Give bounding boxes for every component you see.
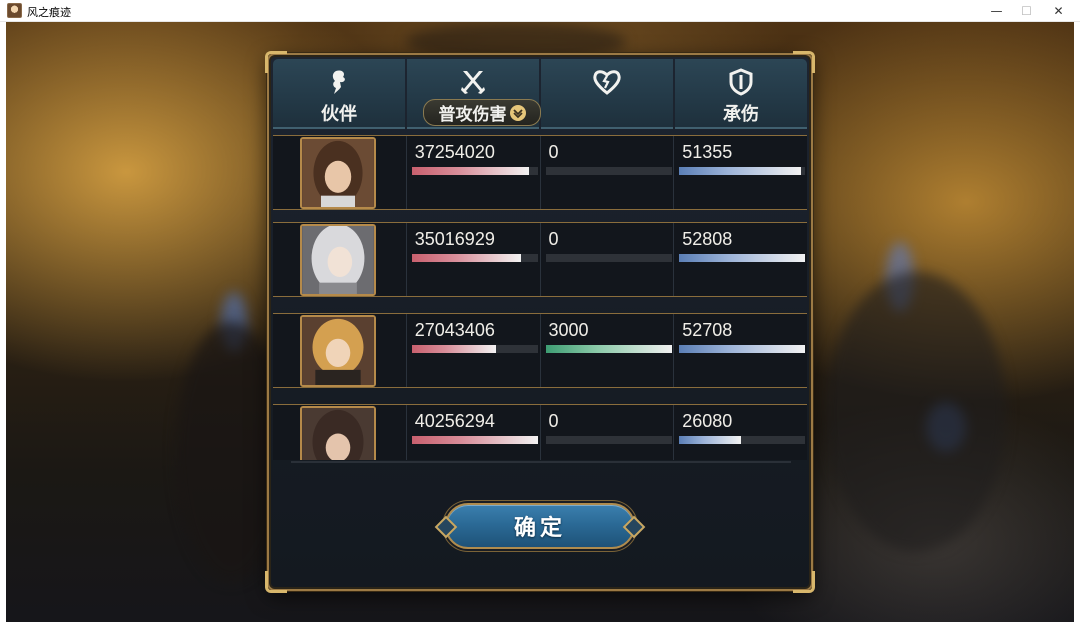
taken-cell: 51355 [673,136,807,209]
heal-value: 0 [548,142,559,162]
heal-value: 0 [548,229,559,249]
header-label: 承伤 [723,104,759,125]
table-row: 40256294 0 26080 [273,404,807,460]
dark-hair-girl-portrait[interactable] [300,406,376,460]
broken-heart-icon [593,70,621,95]
partner-cell [273,223,406,296]
taken-cell: 26080 [673,405,807,460]
heal-bar [545,436,672,444]
heal-cell: 0 [539,405,674,460]
header-taken: 承伤 [675,59,807,129]
heal-bar-fill [545,345,672,353]
header-heal [541,59,673,129]
shield-icon [729,68,753,96]
heal-cell: 0 [539,223,674,296]
table-row: 35016929 0 52808 [273,222,807,297]
minimize-button[interactable]: — [980,0,1013,22]
white-hair-girl-portrait[interactable] [300,224,376,296]
taken-bar-fill [679,436,741,444]
panel-corner [793,571,815,593]
taken-cell: 52708 [673,314,807,387]
window-title: 风之痕迹 [27,6,71,19]
damage-cell: 35016929 [405,223,540,296]
blonde-girl-portrait[interactable] [300,315,376,387]
heal-bar [545,254,672,262]
taken-value: 52808 [682,229,733,249]
confirm-label: 确定 [513,516,566,541]
heal-bar [545,167,672,175]
damage-bar [411,254,538,262]
taken-bar [679,254,806,262]
damage-type-dropdown[interactable]: 普攻伤害 [423,99,541,126]
damage-value: 40256294 [414,411,495,431]
stats-header: 伙伴 普攻伤害 承伤 [273,59,807,129]
battle-stats-panel: 伙伴 普攻伤害 承伤 37254020 0 51355 35016929 0 5… [265,51,815,593]
heal-value: 0 [548,411,559,431]
damage-cell: 27043406 [405,314,540,387]
chevron-down-icon [509,104,526,121]
taken-value: 26080 [682,411,733,431]
taken-bar [679,167,806,175]
heal-bar [545,345,672,353]
maximize-button[interactable]: ☐ [1010,0,1043,22]
damage-value: 27043406 [414,320,495,340]
panel-corner [265,571,287,593]
damage-bar [411,167,538,175]
game-viewport: 伙伴 普攻伤害 承伤 37254020 0 51355 35016929 0 5… [6,22,1074,622]
taken-value: 51355 [682,142,733,162]
confirm-button[interactable]: 确定 [445,503,635,549]
table-row: 27043406 3000 52708 [273,313,807,388]
heal-cell: 3000 [539,314,674,387]
damage-bar-fill [411,167,529,175]
taken-value: 52708 [682,320,733,340]
app-icon [7,3,22,18]
damage-bar-fill [411,345,497,353]
header-partner: 伙伴 [273,59,405,129]
taken-bar-fill [679,254,806,262]
damage-bar [411,436,538,444]
partner-cell [273,136,406,209]
taken-cell: 52808 [673,223,807,296]
close-button[interactable]: ✕ [1042,0,1075,22]
header-label: 伙伴 [321,104,357,125]
taken-bar-fill [679,345,806,353]
damage-value: 37254020 [414,142,495,162]
heal-cell: 0 [539,136,674,209]
damage-value: 35016929 [414,229,495,249]
taken-bar [679,436,806,444]
damage-bar [411,345,538,353]
header-damage: 普攻伤害 [407,59,541,129]
damage-bar-fill [411,436,538,444]
taken-bar [679,345,806,353]
stylized-figure-icon [332,70,345,94]
damage-cell: 37254020 [405,136,540,209]
partner-cell [273,405,406,460]
damage-bar-fill [411,254,522,262]
dropdown-label: 普攻伤害 [438,105,507,125]
brown-hair-girl-portrait[interactable] [300,137,376,209]
table-row: 37254020 0 51355 [273,135,807,210]
partner-cell [273,314,406,387]
heal-value: 3000 [548,320,589,340]
list-scrollbar[interactable] [291,461,791,463]
background-blob [826,272,1006,552]
partner-stats-list[interactable]: 37254020 0 51355 35016929 0 52808 270434… [273,135,807,460]
crossed-swords-icon [461,71,485,94]
window-titlebar: 风之痕迹 — ☐ ✕ [0,0,1080,22]
damage-cell: 40256294 [405,405,540,460]
taken-bar-fill [679,167,802,175]
